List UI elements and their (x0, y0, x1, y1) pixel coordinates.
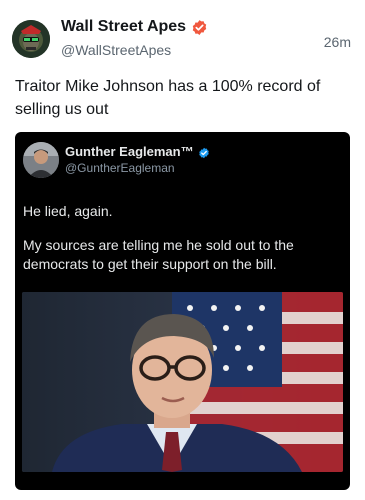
quoted-post-photo[interactable] (22, 292, 343, 472)
quoted-author-name[interactable]: Gunther Eagleman™ (65, 144, 194, 159)
post-text: Traitor Mike Johnson has a 100% record o… (15, 78, 321, 118)
author-handle[interactable]: @WallStreetApes (61, 42, 171, 58)
quoted-author-handle[interactable]: @GuntherEagleman (65, 161, 175, 175)
verified-badge-icon (191, 19, 208, 36)
author-name-row: Wall Street Apes (61, 18, 208, 36)
post-card: Wall Street Apes @WallStreetApes 26m Tra… (0, 0, 365, 500)
quoted-author-avatar[interactable] (23, 142, 59, 178)
verified-badge-blue-icon (198, 146, 210, 158)
quoted-post[interactable]: Gunther Eagleman™ @GuntherEagleman He li… (15, 132, 350, 490)
quoted-author-name-row: Gunther Eagleman™ (65, 144, 210, 159)
quoted-text-paragraph-2: My sources are telling me he sold out to… (23, 237, 294, 272)
author-name[interactable]: Wall Street Apes (61, 18, 186, 36)
quoted-text-line-1: He lied, again. (23, 203, 113, 219)
post-timestamp[interactable]: 26m (324, 34, 351, 50)
author-avatar[interactable] (12, 20, 50, 58)
